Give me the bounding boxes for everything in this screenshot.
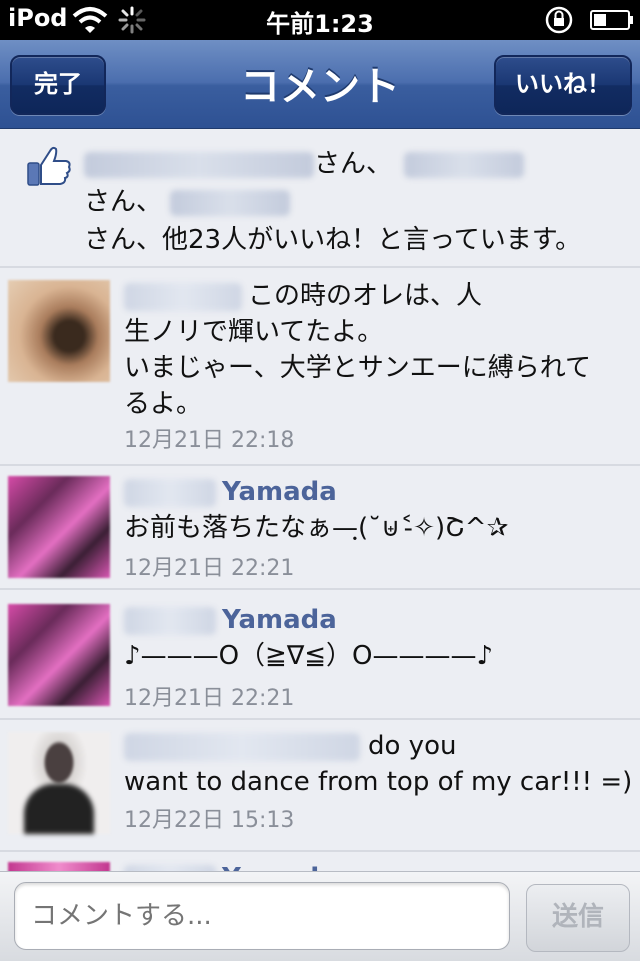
timestamp: 12月21日 22:21 [124, 556, 295, 581]
avatar[interactable] [8, 604, 110, 706]
comment-row[interactable]: この時のオレは、人 生ノリで輝いてたよ。 いまじゃー、大学とサンエーに縛られて … [0, 268, 640, 466]
avatar[interactable] [8, 732, 110, 834]
like-button[interactable]: いいね！ [494, 55, 632, 115]
avatar[interactable] [8, 862, 110, 871]
blurred-name [404, 151, 525, 178]
send-button[interactable]: 送信 [526, 884, 630, 952]
timestamp: 12月21日 22:21 [124, 686, 295, 711]
comment-text: いまじゃー、大学とサンエーに縛られて [124, 353, 591, 383]
comment-composer: 送信 [0, 871, 640, 961]
author-name[interactable]: Yamada [222, 863, 337, 871]
comment-text: ♪———O（≧∇≦）O————♪ [124, 641, 494, 671]
blurred-name [84, 151, 314, 178]
comment-text: do you [368, 731, 457, 761]
comment-text: 生ノリで輝いてたよ。 [124, 317, 384, 347]
likes-separator: さん、 [314, 149, 393, 179]
author-name-blurred [124, 478, 216, 507]
author-name-blurred [124, 606, 216, 635]
comment-list[interactable]: さん、 さん、 さん、他23人がいいね！と言っています。 この時のオレは、人 生… [0, 129, 640, 871]
comment-row[interactable]: do you want to dance from top of my car!… [0, 720, 640, 852]
likes-text: さん、他23人がいいね！と言っています。 [84, 225, 582, 255]
comment-text: want to dance from top of my car!!! =) [124, 767, 633, 797]
author-name-blurred[interactable] [124, 732, 360, 761]
blurred-name [170, 189, 291, 216]
comment-row[interactable]: Yamada [0, 852, 640, 871]
battery-icon [590, 10, 633, 30]
likes-separator: さん、 [84, 187, 163, 217]
comment-row[interactable]: Yamada お前も落ちたなぁ—ฺ(˘⊎˂̵✧)Շ^✰ 12月21日 22:21 [0, 466, 640, 590]
comment-text: るよ。 [124, 389, 203, 419]
author-name-blurred[interactable] [124, 282, 242, 311]
thumbs-up-icon [27, 146, 71, 186]
avatar[interactable] [8, 280, 110, 382]
timestamp: 12月22日 15:13 [124, 808, 295, 833]
author-name[interactable]: Yamada [222, 605, 337, 635]
comment-row[interactable]: Yamada ♪———O（≧∇≦）O————♪ 12月21日 22:21 [0, 590, 640, 720]
navigation-bar: 完了 コメント いいね！ [0, 40, 640, 129]
timestamp: 12月21日 22:18 [124, 428, 295, 453]
comment-input[interactable] [14, 882, 510, 950]
rotation-lock-icon [545, 6, 573, 34]
avatar[interactable] [8, 476, 110, 578]
comment-text: お前も落ちたなぁ—ฺ(˘⊎˂̵✧)Շ^✰ [124, 513, 509, 543]
author-name[interactable]: Yamada [222, 477, 337, 507]
status-bar: iPod 午前1:23 [0, 0, 640, 40]
likes-summary[interactable]: さん、 さん、 さん、他23人がいいね！と言っています。 [0, 129, 640, 268]
comment-text: この時のオレは、人 [248, 281, 483, 311]
